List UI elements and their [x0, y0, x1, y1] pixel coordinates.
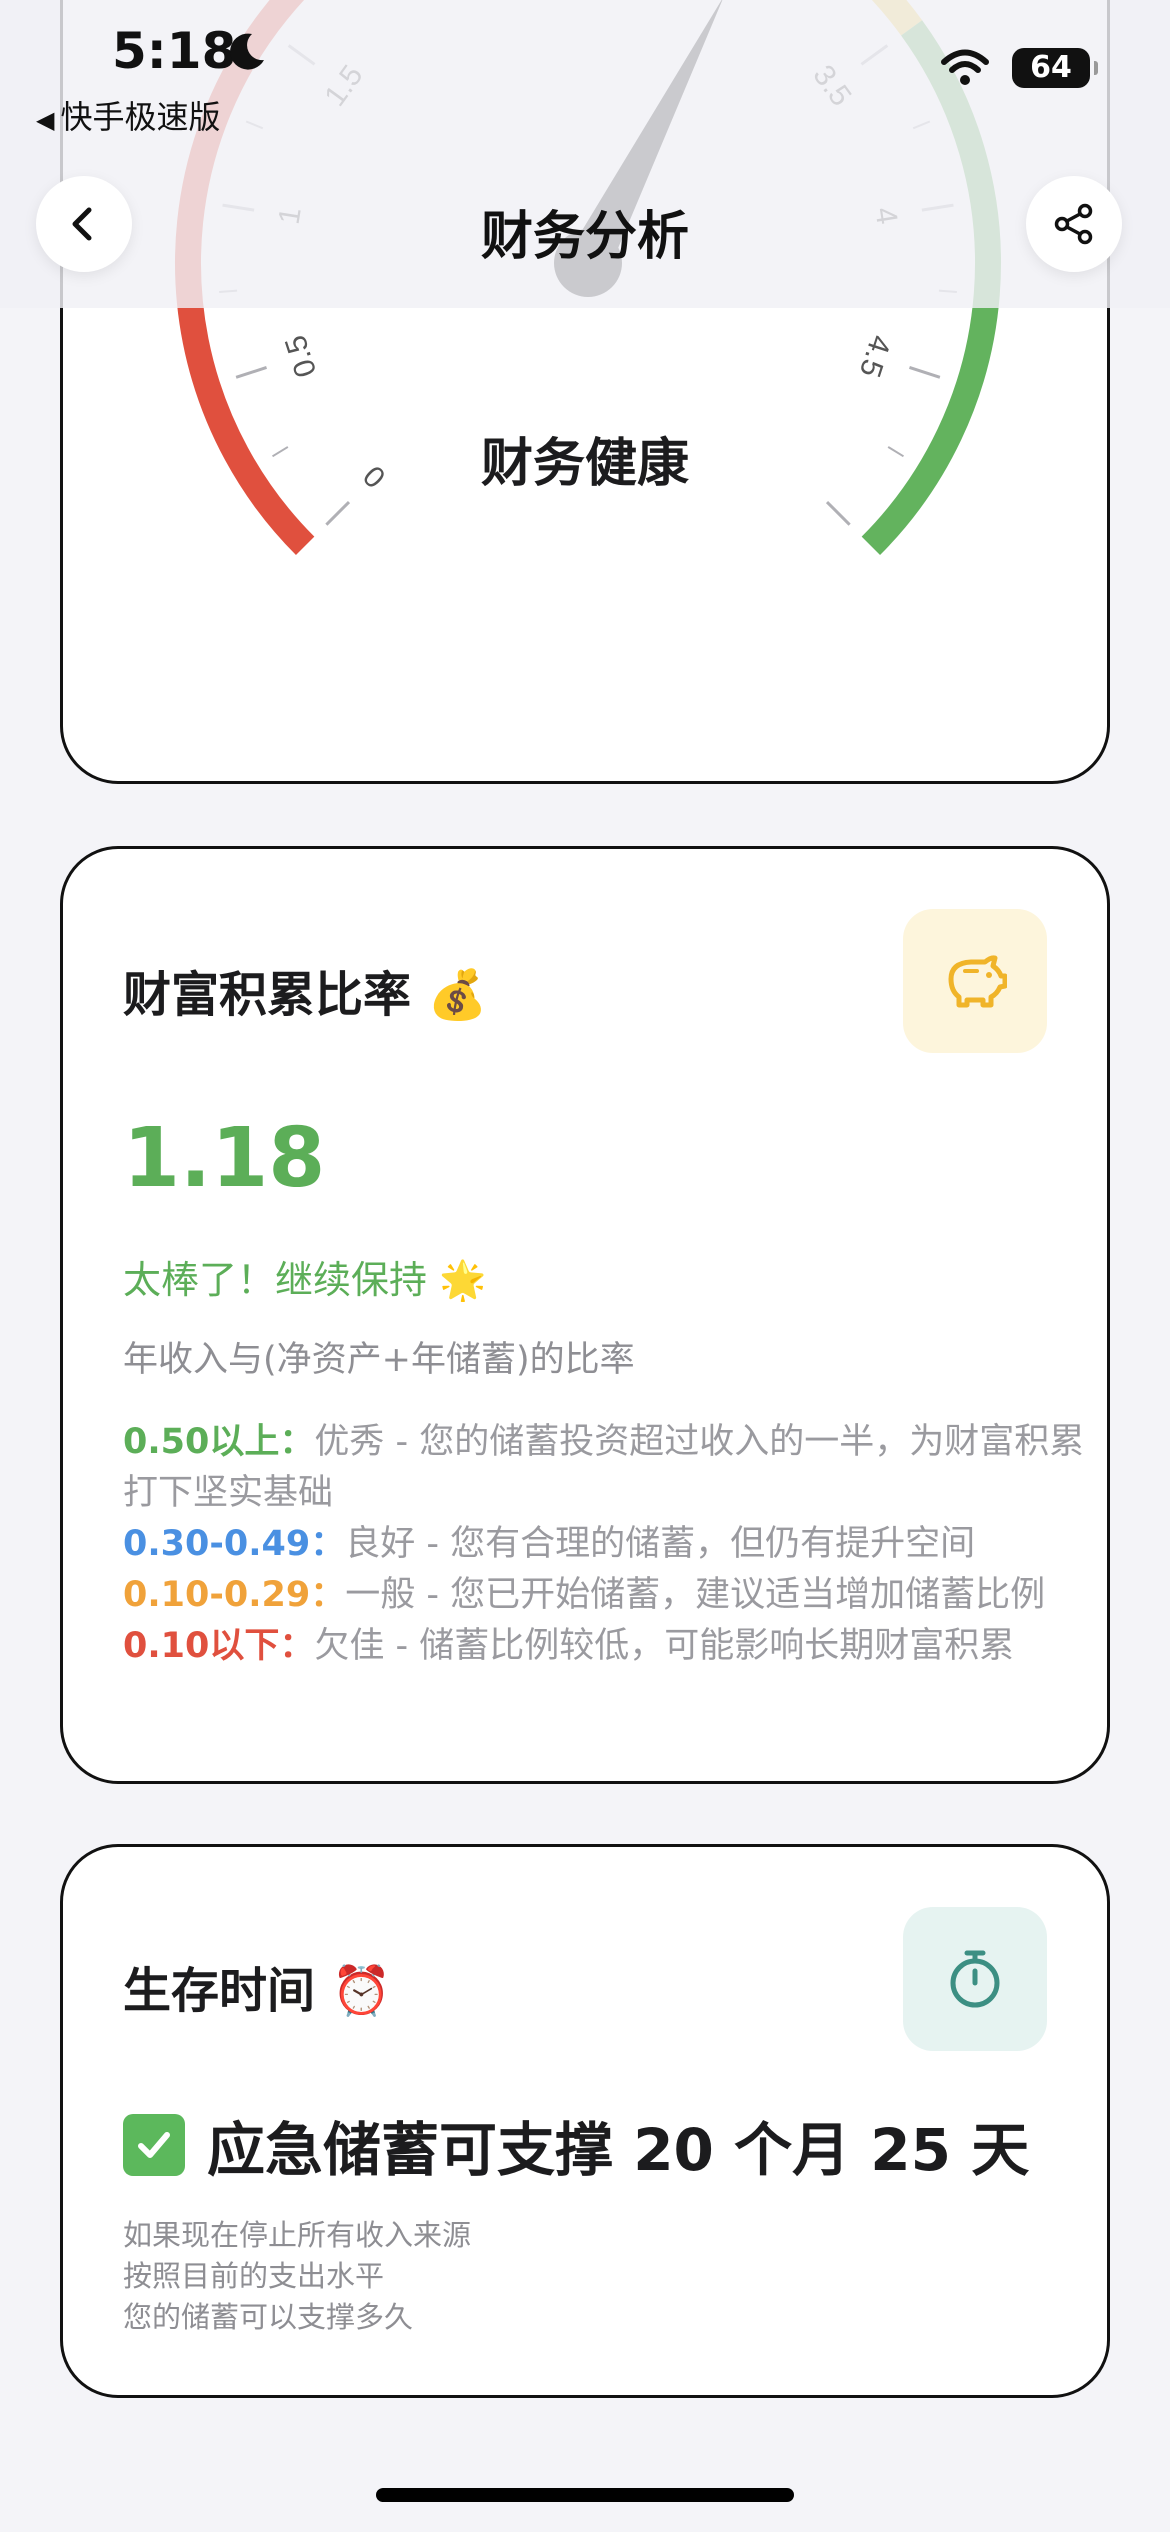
back-app-label: 快手极速版: [60, 98, 221, 136]
survival-note: 您的储蓄可以支撑多久: [123, 2300, 414, 2334]
survival-note: 如果现在停止所有收入来源: [123, 2218, 472, 2252]
scale-text: 良好 - 您有合理的储蓄，但仍有提升空间: [345, 1524, 976, 1564]
scale-key: 0.30-0.49：: [123, 1524, 346, 1564]
alarm-clock-emoji: ⏰: [331, 1963, 392, 2019]
back-triangle-icon: ◀: [36, 106, 55, 134]
wealth-praise-text: 太棒了！继续保持 🌟: [123, 1258, 487, 1302]
scale-key: 0.50以上：: [123, 1422, 315, 1462]
gauge-tick: [825, 500, 851, 526]
scale-item-excellent: 0.50以上：优秀 - 您的储蓄投资超过收入的一半，为财富积累打下坚实基础: [123, 1417, 1103, 1519]
stopwatch-icon: [903, 1907, 1047, 2051]
survival-card-title-text: 生存时间: [123, 1963, 316, 2019]
wealth-ratio-scale: 0.50以上：优秀 - 您的储蓄投资超过收入的一半，为财富积累打下坚实基础 0.…: [123, 1417, 1103, 1672]
gauge-tick-label: 0.5: [279, 331, 323, 381]
money-bag-emoji: 💰: [427, 967, 488, 1023]
moon-icon: [230, 33, 264, 70]
check-icon: [123, 2114, 185, 2176]
wifi-icon: [941, 49, 989, 85]
scale-key: 0.10-0.29：: [123, 1575, 346, 1615]
scale-text: 欠佳 - 储蓄比例较低，可能影响长期财富积累: [314, 1626, 1015, 1666]
piggy-bank-icon: [903, 909, 1047, 1053]
gauge-tick: [325, 500, 351, 526]
scale-item-good: 0.30-0.49：良好 - 您有合理的储蓄，但仍有提升空间: [123, 1519, 1103, 1570]
gauge-tick: [908, 366, 941, 379]
survival-time-card: 生存时间 ⏰ 应急储蓄可支撑 20 个月 25 天 如果现在停止所有收入来源 按…: [60, 1844, 1110, 2398]
gauge-title: 财务健康: [480, 434, 689, 494]
survival-note: 按照目前的支出水平: [123, 2259, 385, 2293]
wealth-ratio-description: 年收入与(净资产+年储蓄)的比率: [123, 1340, 635, 1380]
battery-indicator: 64: [1012, 48, 1098, 88]
wealth-card-title: 财富积累比率 💰: [123, 955, 488, 1025]
share-icon: [1054, 203, 1093, 245]
gauge-tick: [235, 366, 268, 379]
navigation-bar: 5:18 ◀ 快手极速版 64 财务分析: [0, 0, 1170, 308]
scale-item-poor: 0.10以下：欠佳 - 储蓄比例较低，可能影响长期财富积累: [123, 1621, 1103, 1672]
scale-item-average: 0.10-0.29：一般 - 您已开始储蓄，建议适当增加储蓄比例: [123, 1570, 1103, 1621]
wealth-card-title-text: 财富积累比率: [123, 967, 412, 1023]
survival-summary-text: 应急储蓄可支撑 20 个月 25 天: [207, 2116, 1030, 2184]
status-indicators: 64: [940, 48, 1098, 88]
scale-text: 一般 - 您已开始储蓄，建议适当增加储蓄比例: [345, 1575, 1046, 1615]
survival-notes: 如果现在停止所有收入来源 按照目前的支出水平 您的储蓄可以支撑多久: [123, 2215, 471, 2338]
financial-analysis-screen: 00.511.53.544.5 财务健康 财富积累比率 💰 1.18 太棒了！继…: [0, 0, 1170, 2532]
wealth-ratio-card: 财富积累比率 💰 1.18 太棒了！继续保持 🌟 年收入与(净资产+年储蓄)的比…: [60, 846, 1110, 1784]
status-time: 5:18: [112, 22, 237, 80]
wealth-ratio-value: 1.18: [123, 1111, 326, 1206]
scale-key: 0.10以下：: [123, 1626, 315, 1666]
survival-card-title: 生存时间 ⏰: [123, 1951, 392, 2021]
page-title: 财务分析: [480, 207, 689, 267]
home-indicator[interactable]: [376, 2488, 794, 2502]
share-button[interactable]: [1026, 176, 1122, 272]
back-to-app-link[interactable]: ◀ 快手极速版: [36, 92, 220, 138]
gauge-tick-label: 4.5: [853, 331, 897, 381]
survival-summary: 应急储蓄可支撑 20 个月 25 天: [123, 2103, 1029, 2187]
